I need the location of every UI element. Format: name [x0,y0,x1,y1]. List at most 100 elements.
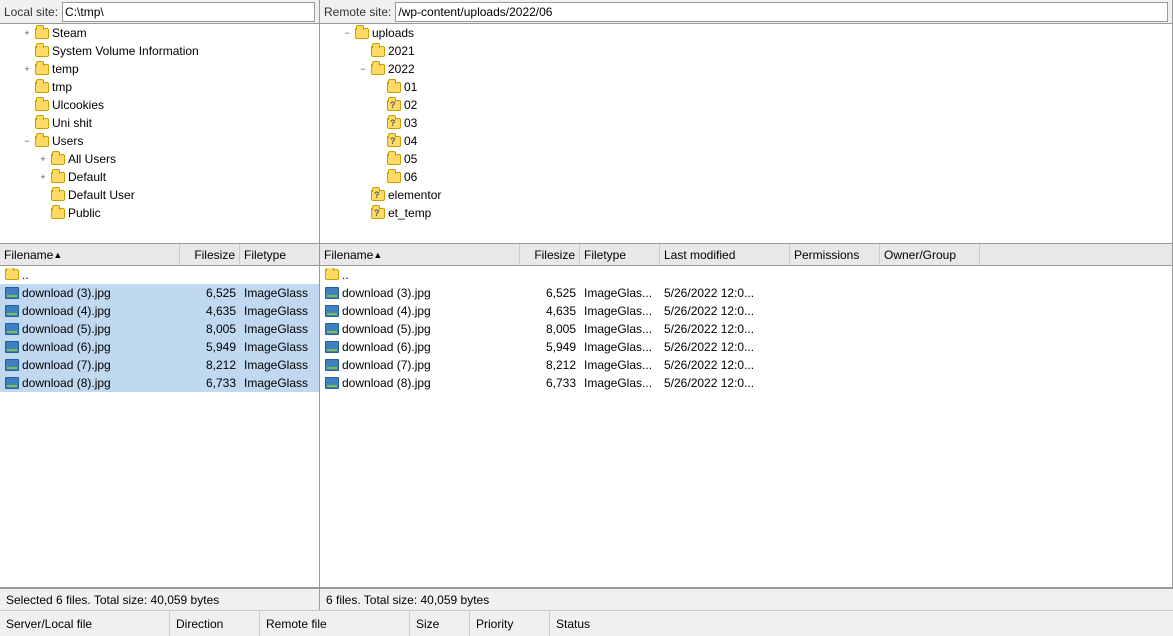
local-file-row[interactable]: download (5).jpg8,005ImageGlass [0,320,319,338]
local-file-row[interactable]: .. [0,266,319,284]
tree-expander[interactable] [20,44,34,58]
tree-item-label: Default [68,170,106,184]
local-tree-item[interactable]: System Volume Information [0,42,319,60]
tree-expander[interactable]: + [20,26,34,40]
file-name-text: download (5).jpg [22,322,111,336]
tree-item-label: Uni shit [52,116,92,130]
local-file-row[interactable]: download (6).jpg5,949ImageGlass [0,338,319,356]
tree-expander[interactable]: + [20,62,34,76]
local-file-row[interactable]: download (3).jpg6,525ImageGlass [0,284,319,302]
remote-col-filesize[interactable]: Filesize [520,244,580,265]
local-tree-item[interactable]: +temp [0,60,319,78]
queue-status-label: Status [556,617,590,631]
remote-file-lastmod-cell: 5/26/2022 12:0... [660,340,790,354]
local-site-input[interactable] [62,2,315,22]
tree-expander[interactable] [372,170,386,184]
folder-icon [50,170,66,184]
local-col-filesize[interactable]: Filesize [180,244,240,265]
remote-col-filetype[interactable]: Filetype [580,244,660,265]
tree-expander[interactable]: + [36,152,50,166]
local-tree-item[interactable]: Uni shit [0,114,319,132]
remote-tree-item[interactable]: 05 [320,150,1172,168]
local-site-label: Local site: [4,5,58,19]
local-file-row[interactable]: download (4).jpg4,635ImageGlass [0,302,319,320]
file-icon [4,376,20,390]
remote-file-row[interactable]: download (4).jpg4,635ImageGlas...5/26/20… [320,302,1172,320]
file-icon [324,322,340,336]
local-file-row[interactable]: download (7).jpg8,212ImageGlass [0,356,319,374]
tree-item-label: All Users [68,152,116,166]
remote-col-lastmod[interactable]: Last modified [660,244,790,265]
tree-expander[interactable] [36,206,50,220]
remote-tree-item[interactable]: 06 [320,168,1172,186]
remote-file-row[interactable]: download (3).jpg6,525ImageGlas...5/26/20… [320,284,1172,302]
tree-expander[interactable] [372,152,386,166]
tree-expander[interactable]: + [36,170,50,184]
remote-tree-item[interactable]: 04 [320,132,1172,150]
local-tree-item[interactable]: tmp [0,78,319,96]
tree-expander[interactable] [20,98,34,112]
remote-file-row[interactable]: download (8).jpg6,733ImageGlas...5/26/20… [320,374,1172,392]
remote-col-perms[interactable]: Permissions [790,244,880,265]
file-type-cell: ImageGlass [240,322,319,336]
status-bars: Selected 6 files. Total size: 40,059 byt… [0,587,1173,610]
local-tree-item[interactable]: +Steam [0,24,319,42]
tree-expander[interactable] [372,98,386,112]
remote-site-input[interactable] [395,2,1168,22]
tree-item-label: 03 [404,116,417,130]
tree-expander[interactable] [356,44,370,58]
tree-expander[interactable] [356,188,370,202]
folder-icon [370,44,386,58]
remote-file-row[interactable]: download (7).jpg8,212ImageGlas...5/26/20… [320,356,1172,374]
local-col-filetype[interactable]: Filetype [240,244,320,265]
tree-expander[interactable] [372,134,386,148]
local-site-bar: Local site: [0,0,320,23]
remote-tree-item[interactable]: −2022 [320,60,1172,78]
remote-file-name-cell: download (7).jpg [320,358,520,372]
remote-file-row[interactable]: .. [320,266,1172,284]
remote-tree-item[interactable]: 02 [320,96,1172,114]
tree-expander[interactable] [372,80,386,94]
tree-expander[interactable]: − [20,134,34,148]
local-tree-item[interactable]: −Users [0,132,319,150]
remote-file-list-body[interactable]: ..download (3).jpg6,525ImageGlas...5/26/… [320,266,1172,587]
local-tree-item[interactable]: Ulcookies [0,96,319,114]
remote-tree-item[interactable]: elementor [320,186,1172,204]
local-col-filename[interactable]: Filename [0,244,180,265]
remote-file-lastmod-cell: 5/26/2022 12:0... [660,286,790,300]
tree-expander[interactable] [20,80,34,94]
local-file-list-body[interactable]: ..download (3).jpg6,525ImageGlassdownloa… [0,266,319,587]
remote-col-filename[interactable]: Filename [320,244,520,265]
remote-tree-item[interactable]: et_temp [320,204,1172,222]
remote-tree-item[interactable]: 03 [320,114,1172,132]
tree-item-label: 04 [404,134,417,148]
remote-file-row[interactable]: download (6).jpg5,949ImageGlas...5/26/20… [320,338,1172,356]
remote-status-bar: 6 files. Total size: 40,059 bytes [320,588,1173,610]
tree-expander[interactable]: − [340,26,354,40]
remote-tree-item[interactable]: 01 [320,78,1172,96]
local-tree-item[interactable]: + All Users [0,150,319,168]
file-icon [324,304,340,318]
local-tree-pane[interactable]: +SteamSystem Volume Information+temptmpU… [0,24,319,244]
remote-tree-item[interactable]: 2021 [320,42,1172,60]
file-name-cell: download (5).jpg [0,322,180,336]
queue-col-size: Size [410,611,470,636]
tree-expander[interactable] [36,188,50,202]
file-icon [324,286,340,300]
remote-tree-pane[interactable]: −uploads2021−20220102 03 04 0506elementoret… [320,24,1172,244]
remote-file-type-cell: ImageGlas... [580,340,660,354]
tree-expander[interactable] [356,206,370,220]
local-tree-item[interactable]: Public [0,204,319,222]
tree-expander[interactable] [20,116,34,130]
remote-col-owner[interactable]: Owner/Group [880,244,980,265]
tree-expander[interactable] [372,116,386,130]
local-file-row[interactable]: download (8).jpg6,733ImageGlass [0,374,319,392]
file-name-cell: download (7).jpg [0,358,180,372]
parent-folder-icon [324,268,340,282]
tree-item-label: System Volume Information [52,44,199,58]
remote-file-row[interactable]: download (5).jpg8,005ImageGlas...5/26/20… [320,320,1172,338]
local-tree-item[interactable]: Default User [0,186,319,204]
local-tree-item[interactable]: + Default [0,168,319,186]
remote-tree-item[interactable]: −uploads [320,24,1172,42]
tree-expander[interactable]: − [356,62,370,76]
